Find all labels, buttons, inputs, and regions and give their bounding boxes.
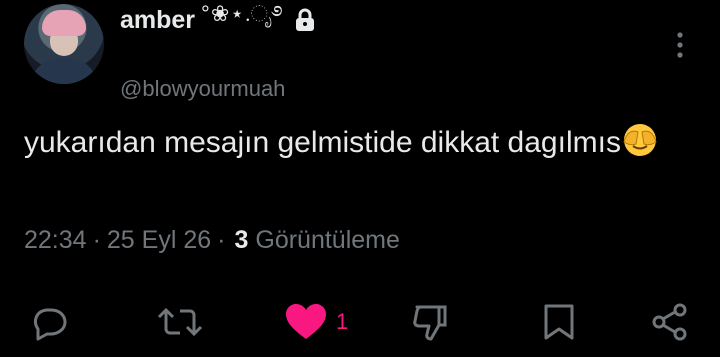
author-handle[interactable]: @blowyourmuah bbox=[120, 76, 285, 102]
meta-separator: · bbox=[217, 226, 226, 254]
dislike-button[interactable] bbox=[412, 292, 452, 352]
like-count: 1 bbox=[336, 309, 349, 334]
tweet-text: yukarıdan mesajın gelmistide dikkat dagı… bbox=[24, 122, 664, 164]
avatar-shirt bbox=[30, 58, 98, 84]
bookmark-icon bbox=[544, 304, 574, 340]
views-count: 3 bbox=[234, 226, 249, 254]
share-icon bbox=[652, 303, 687, 341]
avatar-hair bbox=[42, 10, 86, 36]
views-label: Görüntüleme bbox=[255, 226, 400, 254]
tweet-meta: 22:34 · 25 Eyl 26 · 3 Görüntüleme bbox=[24, 226, 400, 255]
reply-icon bbox=[33, 308, 67, 341]
face-with-peeking-eye-icon bbox=[622, 122, 658, 158]
author-name-row[interactable]: amber °❀⋆.ೃ࿔ bbox=[120, 1, 316, 38]
retweet-button[interactable] bbox=[156, 292, 204, 352]
share-button[interactable] bbox=[650, 292, 690, 352]
meta-separator: · bbox=[92, 226, 101, 254]
name-decoration: °❀⋆.ೃ࿔ bbox=[201, 1, 284, 26]
lock-icon bbox=[294, 8, 316, 32]
dislike-icon bbox=[413, 305, 447, 341]
like-icon bbox=[286, 304, 326, 339]
bookmark-button[interactable] bbox=[542, 292, 576, 352]
tweet-date[interactable]: 25 Eyl 26 bbox=[107, 226, 211, 255]
like-button[interactable]: 1 bbox=[284, 292, 348, 352]
tweet-actions: 1 bbox=[0, 292, 720, 352]
tweet-time[interactable]: 22:34 bbox=[24, 226, 87, 255]
tweet-body: yukarıdan mesajın gelmistide dikkat dagı… bbox=[24, 126, 621, 159]
reply-button[interactable] bbox=[30, 292, 68, 352]
more-options-icon[interactable] bbox=[672, 30, 688, 60]
avatar[interactable] bbox=[24, 4, 104, 84]
display-name[interactable]: amber bbox=[120, 6, 195, 35]
retweet-icon bbox=[157, 307, 203, 337]
